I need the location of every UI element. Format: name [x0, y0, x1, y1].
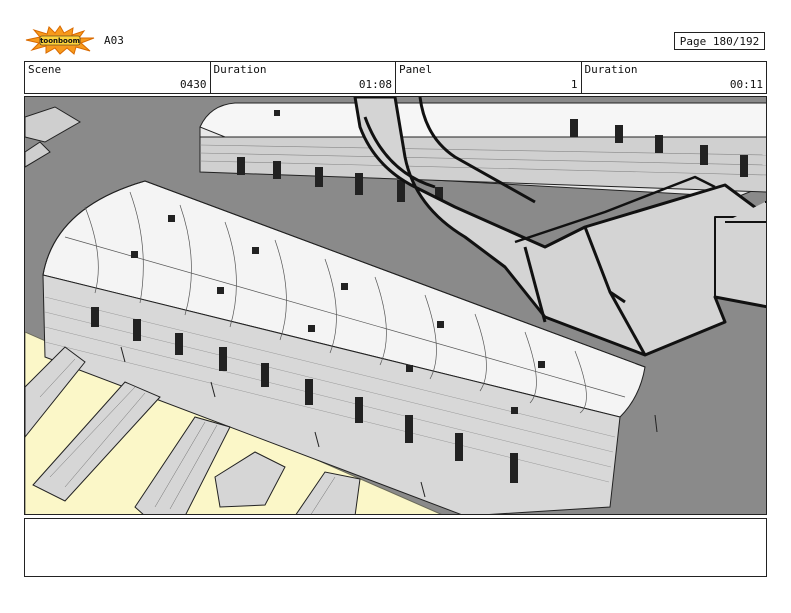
panel-duration-cell: Duration 00:11	[582, 62, 767, 93]
panel-cell: Panel 1	[396, 62, 582, 93]
scene-info-row: Scene 0430 Duration 01:08 Panel 1 Durati…	[24, 61, 767, 94]
panel-notes-box[interactable]	[24, 518, 767, 577]
page-indicator: Page 180/192	[674, 32, 765, 50]
panel-drawing	[25, 97, 766, 514]
panel-duration-value: 00:11	[729, 78, 763, 91]
toonboom-logo-icon: toonboom	[24, 25, 96, 55]
scene-duration-cell: Duration 01:08	[211, 62, 396, 93]
panel-label: Panel	[399, 63, 433, 76]
scene-cell: Scene 0430	[25, 62, 211, 93]
scene-duration-label: Duration	[213, 63, 267, 76]
sequence-label: A03	[104, 34, 124, 47]
scene-label: Scene	[28, 63, 62, 76]
panel-value: 1	[570, 78, 578, 91]
scene-duration-value: 01:08	[358, 78, 392, 91]
svg-text:toonboom: toonboom	[40, 37, 80, 45]
storyboard-panel[interactable]	[24, 96, 767, 515]
panel-duration-label: Duration	[584, 63, 638, 76]
scene-value: 0430	[180, 78, 207, 91]
